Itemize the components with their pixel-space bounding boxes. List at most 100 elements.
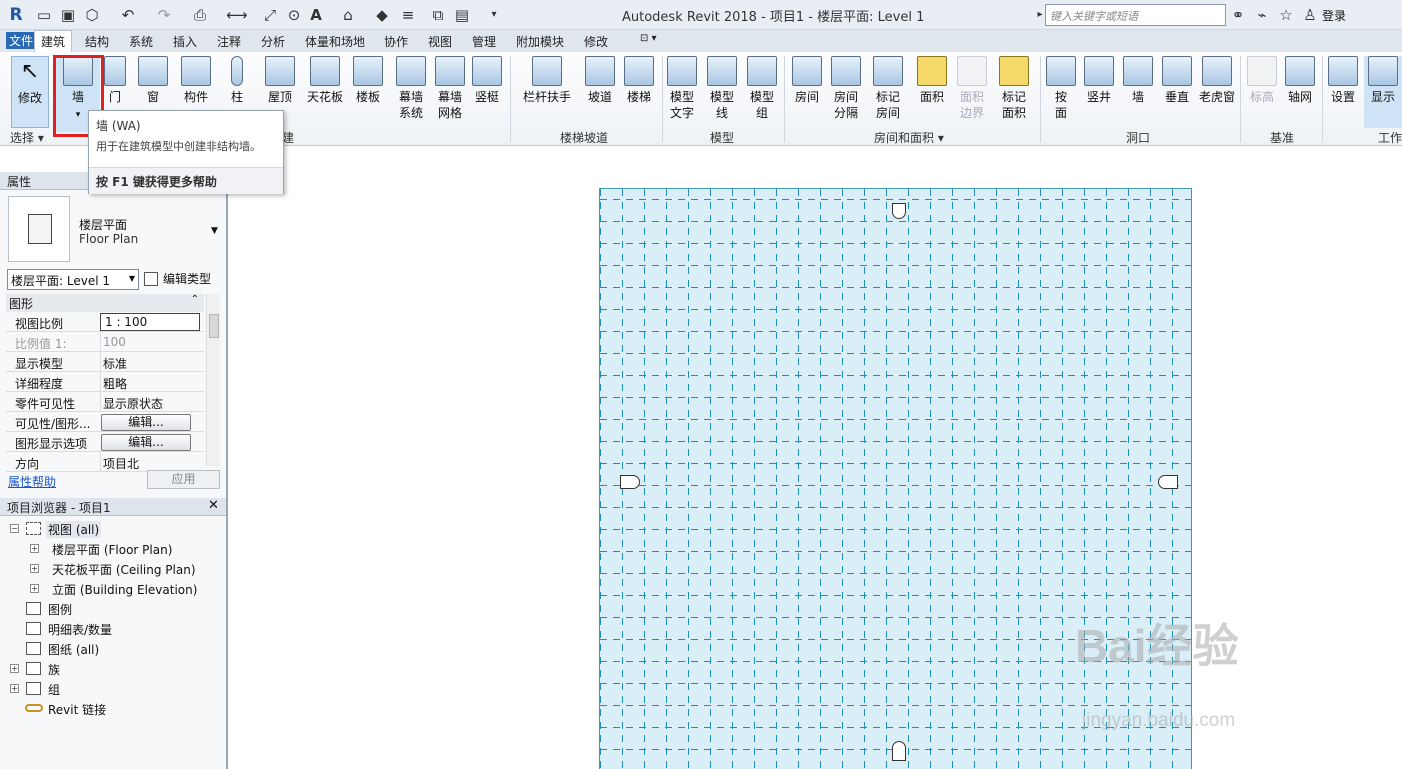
- redo-icon[interactable]: ↷: [154, 5, 174, 25]
- tab-addins[interactable]: 附加模块: [516, 33, 564, 50]
- tree-node-legends[interactable]: 图例: [48, 601, 72, 618]
- favorites-star-icon[interactable]: ☆: [1276, 5, 1296, 25]
- modify-button[interactable]: ↖ 修改: [11, 56, 49, 128]
- thin-lines-icon[interactable]: ≡: [398, 5, 418, 25]
- vertical-opening-button[interactable]: 垂直: [1160, 56, 1194, 105]
- sync-icon[interactable]: ⬡: [82, 5, 102, 25]
- stair-button[interactable]: 楼梯: [622, 56, 656, 105]
- model-text-button[interactable]: 模型 文字: [666, 56, 698, 121]
- detail-level-value[interactable]: 粗略: [100, 372, 200, 392]
- tab-architecture[interactable]: 建筑: [34, 30, 73, 52]
- revit-logo[interactable]: R: [6, 5, 26, 25]
- project-browser-header[interactable]: 项目浏览器 - 项目1: [0, 498, 226, 516]
- undo-icon[interactable]: ↶: [118, 5, 138, 25]
- 3d-view-icon[interactable]: ⌂: [338, 5, 358, 25]
- tree-node-families[interactable]: 族: [48, 661, 60, 678]
- floor-plan-view[interactable]: [599, 188, 1192, 769]
- print-icon[interactable]: ⎙: [190, 5, 210, 25]
- collapse-toggle[interactable]: −: [10, 524, 19, 533]
- curtain-system-button[interactable]: 幕墙 系统: [394, 56, 428, 121]
- expand-toggle[interactable]: +: [30, 544, 39, 553]
- customize-qat-icon[interactable]: ▾: [484, 5, 504, 25]
- tree-node-floor-plan[interactable]: 楼层平面 (Floor Plan): [52, 541, 172, 558]
- set-workplane-button[interactable]: 设置: [1326, 56, 1360, 105]
- window-button[interactable]: 窗: [136, 56, 170, 105]
- dormer-button[interactable]: 老虎窗: [1198, 56, 1236, 105]
- tree-node-ceiling-plan[interactable]: 天花板平面 (Ceiling Plan): [52, 561, 196, 578]
- roof-button[interactable]: 屋顶: [264, 56, 296, 105]
- room-separator-button[interactable]: 房间 分隔: [830, 56, 862, 121]
- user-icon[interactable]: ♙: [1300, 5, 1320, 25]
- door-button[interactable]: 门: [102, 56, 128, 105]
- tag-room-button[interactable]: 标记 房间: [872, 56, 904, 121]
- tree-node-schedules[interactable]: 明细表/数量: [48, 621, 112, 638]
- east-elevation-marker[interactable]: [1158, 475, 1178, 489]
- tag-area-button[interactable]: 标记 面积: [998, 56, 1030, 121]
- group-label-room-area[interactable]: 房间和面积 ▾: [874, 129, 944, 146]
- shaft-button[interactable]: 竖井: [1082, 56, 1116, 105]
- west-elevation-marker[interactable]: [620, 475, 640, 489]
- visibility-graphics-edit-button[interactable]: 编辑...: [101, 414, 191, 431]
- scroll-thumb[interactable]: [209, 314, 219, 338]
- tab-structure[interactable]: 结构: [85, 33, 109, 50]
- graphic-display-edit-button[interactable]: 编辑...: [101, 434, 191, 451]
- graphics-section-header[interactable]: 图形 ⌃: [6, 294, 204, 312]
- search-input[interactable]: 键入关键字或短语: [1045, 4, 1226, 26]
- login-link[interactable]: 登录: [1322, 7, 1346, 24]
- by-face-button[interactable]: 按 面: [1046, 56, 1076, 121]
- subscription-icon[interactable]: ⌁: [1252, 5, 1272, 25]
- tree-node-elevation[interactable]: 立面 (Building Elevation): [52, 581, 197, 598]
- parts-visibility-value[interactable]: 显示原状态: [100, 392, 200, 412]
- type-dropdown-icon[interactable]: ▼: [211, 226, 218, 236]
- tab-annotate[interactable]: 注释: [217, 33, 241, 50]
- column-button[interactable]: 柱: [226, 56, 248, 105]
- model-group-button[interactable]: 模型 组: [746, 56, 778, 121]
- properties-help-link[interactable]: 属性帮助: [8, 473, 56, 490]
- tab-massing-site[interactable]: 体量和场地: [305, 33, 365, 50]
- section-icon[interactable]: ◆: [372, 5, 392, 25]
- edit-type-button[interactable]: 编辑类型: [144, 270, 211, 287]
- component-button[interactable]: 构件: [180, 56, 212, 105]
- area-boundary-button[interactable]: 面积 边界: [956, 56, 988, 121]
- tab-file[interactable]: 文件: [6, 32, 37, 49]
- tab-view[interactable]: 视图: [428, 33, 452, 50]
- tree-node-groups[interactable]: 组: [48, 681, 60, 698]
- ceiling-button[interactable]: 天花板: [304, 56, 346, 105]
- group-label-select[interactable]: 选择 ▾: [10, 129, 44, 146]
- apply-button[interactable]: 应用: [147, 470, 220, 489]
- binoculars-icon[interactable]: ⚭: [1228, 5, 1248, 25]
- tab-modify[interactable]: 修改: [584, 33, 608, 50]
- tree-node-views[interactable]: 视图 (all): [46, 521, 102, 538]
- curtain-grid-button[interactable]: 幕墙 网格: [434, 56, 466, 121]
- tab-collaborate[interactable]: 协作: [384, 33, 408, 50]
- south-elevation-marker[interactable]: [892, 741, 906, 761]
- text-icon[interactable]: A: [306, 5, 326, 25]
- tab-insert[interactable]: 插入: [173, 33, 197, 50]
- north-elevation-marker[interactable]: [892, 203, 906, 219]
- display-model-value[interactable]: 标准: [100, 352, 200, 372]
- properties-scrollbar[interactable]: [206, 294, 220, 466]
- measure-icon[interactable]: ⟷: [226, 5, 248, 25]
- dimension-icon[interactable]: ⤢: [260, 5, 280, 25]
- tree-node-revit-links[interactable]: Revit 链接: [48, 701, 106, 718]
- tag-icon[interactable]: ⊙: [284, 5, 304, 25]
- expand-toggle[interactable]: +: [30, 584, 39, 593]
- wall-opening-button[interactable]: 墙: [1122, 56, 1154, 105]
- switch-windows-icon[interactable]: ▤: [452, 5, 472, 25]
- ribbon-minimize-icon[interactable]: ⊡ ▾: [640, 33, 657, 44]
- type-selector-thumbnail[interactable]: [8, 196, 70, 262]
- grid-button[interactable]: 轴网: [1284, 56, 1316, 105]
- open-icon[interactable]: ▭: [34, 5, 54, 25]
- model-line-button[interactable]: 模型 线: [706, 56, 738, 121]
- tab-analyze[interactable]: 分析: [261, 33, 285, 50]
- mullion-button[interactable]: 竖梃: [472, 56, 502, 105]
- view-instance-selector[interactable]: 楼层平面: Level 1 ▼: [7, 269, 139, 290]
- expand-toggle[interactable]: +: [30, 564, 39, 573]
- area-button[interactable]: 面积: [916, 56, 948, 105]
- close-icon[interactable]: ✕: [208, 498, 219, 513]
- ramp-button[interactable]: 坡道: [584, 56, 616, 105]
- room-button[interactable]: 房间: [790, 56, 824, 105]
- expand-toggle[interactable]: +: [10, 684, 19, 693]
- railing-button[interactable]: 栏杆扶手: [520, 56, 574, 105]
- save-icon[interactable]: ▣: [58, 5, 78, 25]
